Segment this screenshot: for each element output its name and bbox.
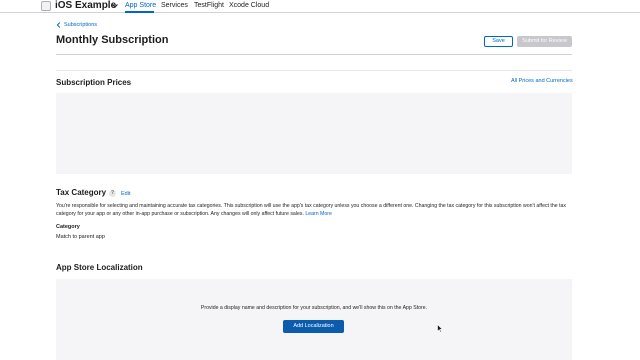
divider xyxy=(56,54,572,55)
edit-tax-category-link[interactable]: Edit xyxy=(121,191,130,197)
breadcrumb-subscriptions[interactable]: Subscriptions xyxy=(64,22,97,28)
learn-more-link[interactable]: Learn More xyxy=(305,211,332,217)
tax-category-description: You're responsible for selecting and mai… xyxy=(56,203,572,218)
all-prices-link[interactable]: All Prices and Currencies xyxy=(511,78,573,84)
save-button[interactable]: Save xyxy=(484,36,513,47)
submit-for-review-button[interactable]: Submit for Review xyxy=(517,36,572,47)
divider xyxy=(56,70,572,71)
tab-services[interactable]: Services xyxy=(161,1,188,11)
subscription-prices-heading: Subscription Prices xyxy=(56,78,132,87)
subscription-prices-panel xyxy=(56,93,572,174)
category-value: Match to parent app xyxy=(56,234,105,240)
breadcrumb[interactable]: Subscriptions xyxy=(56,22,97,28)
mouse-cursor-icon xyxy=(437,324,443,333)
tab-xcode-cloud[interactable]: Xcode Cloud xyxy=(229,1,269,11)
tab-app-store[interactable]: App Store xyxy=(125,1,156,11)
chevron-down-icon[interactable] xyxy=(112,3,118,9)
active-tab-indicator xyxy=(125,11,154,13)
help-icon[interactable]: ? xyxy=(109,190,116,197)
localization-empty-text: Provide a display name and description f… xyxy=(200,305,428,311)
app-store-localization-heading: App Store Localization xyxy=(56,263,143,272)
page-title: Monthly Subscription xyxy=(56,34,169,46)
app-icon[interactable] xyxy=(41,1,51,11)
top-navigation-bar: iOS Example App Store Services TestFligh… xyxy=(0,0,640,13)
app-name[interactable]: iOS Example xyxy=(55,0,116,12)
tab-testflight[interactable]: TestFlight xyxy=(194,1,224,11)
chevron-left-icon xyxy=(56,22,61,28)
add-localization-button[interactable]: Add Localization xyxy=(283,320,344,333)
category-label: Category xyxy=(56,224,80,230)
tax-category-heading: Tax Category xyxy=(56,188,107,197)
